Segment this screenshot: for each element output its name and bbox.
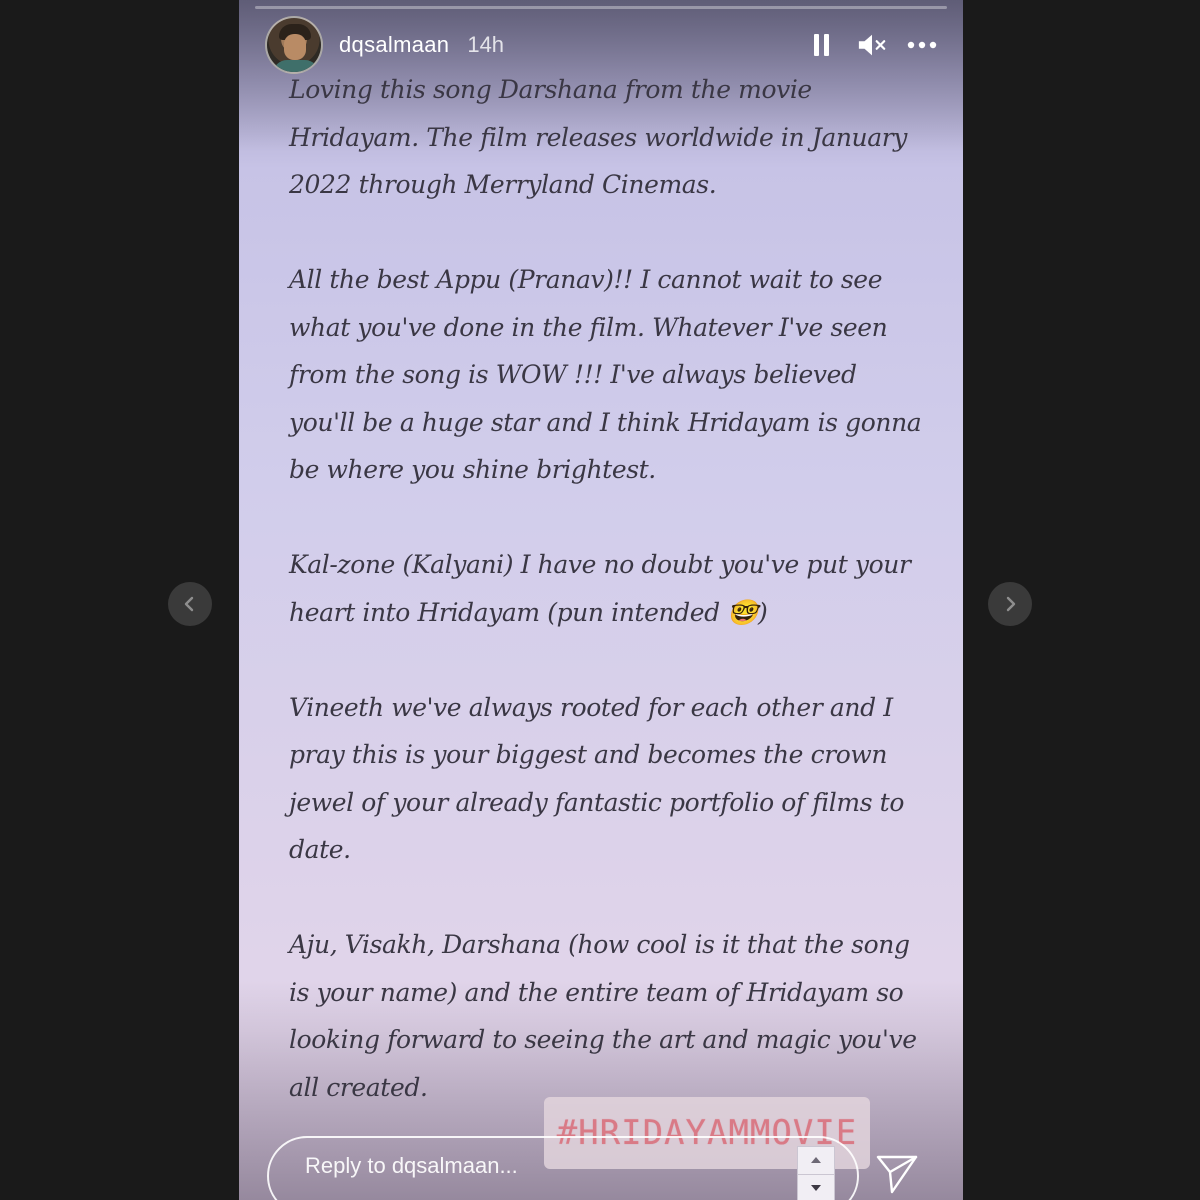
story-frame[interactable]: dqsalmaan 14h Loving this song Darshana …	[239, 0, 963, 1200]
paper-plane-icon	[876, 1155, 918, 1194]
chevron-left-icon	[184, 596, 194, 612]
muted-speaker-icon	[858, 34, 886, 56]
story-caption: Loving this song Darshana from the movie…	[289, 66, 923, 1111]
story-viewer: dqsalmaan 14h Loving this song Darshana …	[0, 0, 1200, 1200]
send-button[interactable]	[875, 1152, 919, 1196]
more-options-icon	[907, 41, 937, 49]
caret-down-icon	[811, 1184, 821, 1191]
mute-button[interactable]	[857, 30, 887, 60]
caption-paragraph: Loving this song Darshana from the movie…	[289, 75, 908, 199]
caption-paragraph: Kal-zone (Kalyani) I have no doubt you'v…	[289, 550, 911, 627]
scroll-up-button[interactable]	[798, 1147, 834, 1175]
avatar[interactable]	[265, 16, 323, 74]
reply-field[interactable]	[267, 1136, 859, 1200]
caption-paragraph: Vineeth we've always rooted for each oth…	[289, 692, 904, 865]
next-story-button[interactable]	[988, 582, 1032, 626]
story-controls	[807, 30, 937, 60]
caption-paragraph: Aju, Visakh, Darshana (how cool is it th…	[289, 930, 917, 1102]
scroll-stepper[interactable]	[797, 1146, 835, 1200]
chevron-right-icon	[1006, 596, 1016, 612]
previous-story-button[interactable]	[168, 582, 212, 626]
more-options-button[interactable]	[907, 30, 937, 60]
pause-button[interactable]	[807, 30, 837, 60]
story-header: dqsalmaan 14h	[265, 16, 937, 74]
scroll-down-button[interactable]	[798, 1175, 834, 1200]
username-link[interactable]: dqsalmaan	[339, 32, 449, 58]
story-progress-bar	[255, 6, 947, 9]
caption-paragraph: All the best Appu (Pranav)!! I cannot wa…	[289, 265, 922, 484]
caret-up-icon	[811, 1157, 821, 1164]
reply-input[interactable]	[305, 1153, 745, 1179]
pause-icon	[814, 34, 829, 56]
post-time: 14h	[467, 32, 505, 57]
